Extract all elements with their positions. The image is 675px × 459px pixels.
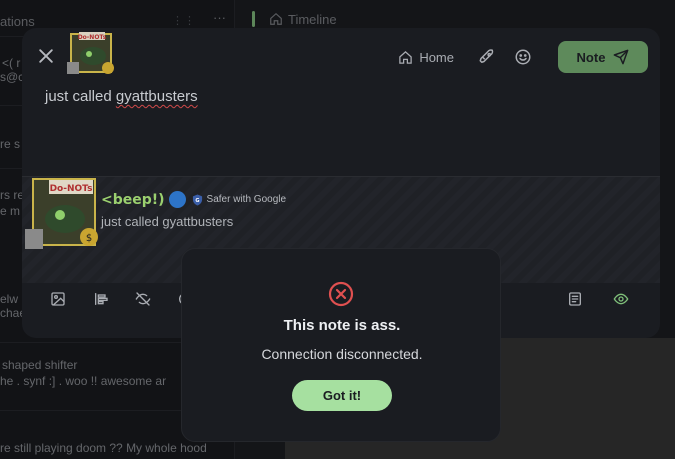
note-text-input[interactable]: just called gyattbusters [45,88,198,105]
svg-text:Do-NOTs: Do-NOTs [78,34,107,41]
rocket-icon[interactable] [478,48,496,66]
svg-text:G: G [195,197,199,203]
got-it-button[interactable]: Got it! [292,380,392,411]
display-name: <beep!) [101,191,165,208]
misspelled-word: gyattbusters [115,88,198,105]
safer-label: Safer with Google [206,194,287,205]
visibility-home-button[interactable]: Home [398,50,454,65]
home-icon [399,50,413,64]
composer-header: Home Note [398,41,648,73]
preview-avatar: Do-NOTs $ [25,178,98,249]
poll-icon[interactable] [93,291,109,307]
close-icon[interactable] [36,46,56,66]
send-icon [614,49,629,65]
image-icon[interactable] [50,291,66,307]
eye-off-icon[interactable] [135,291,151,307]
svg-text:Do-NOTs: Do-NOTs [50,184,93,194]
svg-text:$: $ [86,233,92,244]
note-button-label: Note [576,49,606,65]
error-dialog: This note is ass. Connection disconnecte… [181,248,501,442]
safer-with-google-badge: G Safer with Google [192,194,287,206]
preview-text: just called gyattbusters [101,214,234,229]
dialog-message: Connection disconnected. [261,346,423,362]
drafts-icon[interactable] [567,291,583,307]
preview-header: <beep!) G Safer with Google [101,191,286,208]
shield-icon: G [192,194,202,205]
emoji-icon[interactable] [514,48,532,66]
preview-eye-icon[interactable] [613,291,629,307]
note-text: just called [45,88,116,105]
visibility-label: Home [419,49,454,65]
post-note-button[interactable]: Note [558,41,648,73]
emoji-badge-icon [168,191,186,208]
dialog-title: This note is ass. [283,317,401,334]
avatar[interactable]: Do-NOTs [65,30,117,78]
error-circle-x-icon [328,281,354,307]
